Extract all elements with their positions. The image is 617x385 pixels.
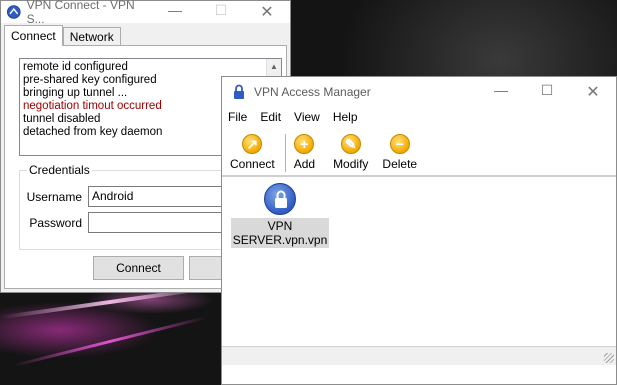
plus-icon: + [294,134,315,154]
close-icon[interactable]: ✕ [244,2,290,22]
minimize-icon[interactable]: — [152,2,198,22]
wrench-icon: ✎ [340,134,361,154]
scroll-up-icon[interactable]: ▲ [267,59,281,74]
menu-view[interactable]: View [294,110,320,124]
menu-bar: File Edit View Help [222,106,616,128]
username-label: Username [26,190,82,204]
password-label: Password [29,216,82,230]
close-icon[interactable]: ✕ [570,82,616,102]
toolbar-label: Connect [230,157,275,171]
resize-grip-icon[interactable] [604,353,614,363]
toolbar-connect-button[interactable]: ↗ Connect [230,128,275,171]
list-item[interactable]: VPN SERVER.vpn.vpn [230,183,330,248]
title-bar[interactable]: VPN Connect - VPN S... — ☐ ✕ [1,0,290,26]
minimize-icon[interactable]: — [478,82,524,102]
toolbar-separator [284,134,286,172]
menu-help[interactable]: Help [333,110,358,124]
toolbar-delete-button[interactable]: − Delete [382,128,417,171]
toolbar-label: Delete [382,157,418,171]
window-title: VPN Connect - VPN S... [26,0,135,26]
connection-list[interactable]: VPN SERVER.vpn.vpn [222,176,616,365]
toolbar: ↗ Connect + Add ✎ Modify − Delete [222,128,616,176]
lock-app-icon [234,84,244,99]
status-bar [222,346,616,365]
item-label: SERVER.vpn.vpn [232,233,328,247]
window-title: VPN Access Manager [254,84,371,99]
lock-icon [264,183,296,215]
toolbar-add-button[interactable]: + Add [294,128,315,171]
connect-icon: ↗ [242,134,263,154]
log-line: remote id configured [23,61,128,73]
vpn-access-manager-window: VPN Access Manager — ☐ ✕ File Edit View … [221,76,617,385]
maximize-icon[interactable]: ☐ [524,82,570,102]
minus-icon: − [389,134,410,154]
toolbar-label: Add [293,157,316,171]
tab-connect[interactable]: Connect [4,25,63,46]
connect-button[interactable]: Connect [93,256,184,280]
maximize-icon[interactable]: ☐ [198,2,244,22]
toolbar-modify-button[interactable]: ✎ Modify [333,128,368,171]
menu-file[interactable]: File [228,110,247,124]
title-bar[interactable]: VPN Access Manager — ☐ ✕ [222,77,616,106]
wallpaper-light-streak [12,315,208,368]
tab-network[interactable]: Network [62,27,121,46]
credentials-legend: Credentials [27,163,92,177]
vpn-app-icon [7,5,21,19]
item-label: VPN [267,219,293,233]
toolbar-label: Modify [333,157,369,171]
menu-edit[interactable]: Edit [260,110,281,124]
